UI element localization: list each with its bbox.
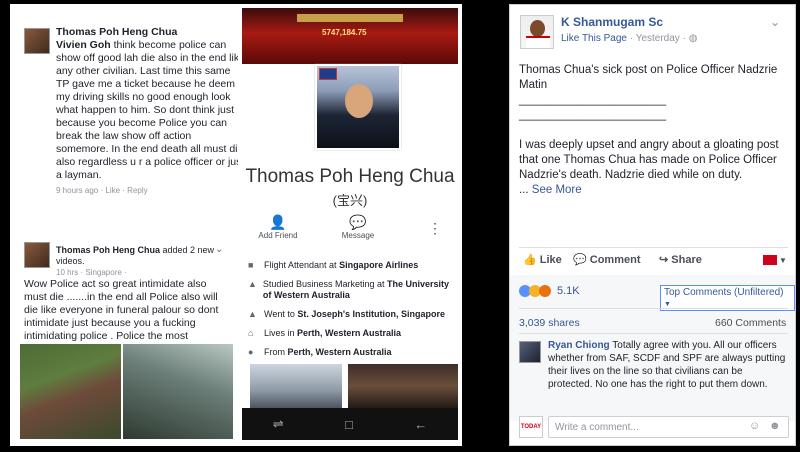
comment-mention[interactable]: Vivien Goh [56,39,111,51]
post-menu-chevron-icon[interactable]: ⌄ [770,15,780,29]
post-meta: Like This Page · Yesterday · ◍ [561,33,698,44]
home-icon: ⌂ [248,328,254,338]
divider [519,308,788,309]
cover-banner-text: 5747,184.75 [322,28,367,37]
today-logo: TODAY [519,416,543,438]
reactions-summary[interactable]: 5.1K [519,285,580,297]
detail-school: ▲ Went to St. Joseph's Institution, Singa… [248,309,446,319]
location-pin-icon: ● [248,347,254,357]
comment-like-link[interactable]: Like [105,186,120,195]
recent-apps-icon[interactable]: ⇌ [273,416,284,432]
briefcase-icon: ■ [248,260,254,270]
write-comment-input[interactable]: Write a comment... ☺ ☻ [548,416,789,438]
post-meta: 10 hrs · Singapore · [56,268,127,277]
top-comment-author[interactable]: Ryan Chiong [548,340,610,351]
post-title: Thomas Chua's sick post on Police Office… [519,64,778,91]
video-thumbnail-1[interactable] [20,344,121,439]
post-author[interactable]: Thomas Poh Heng Chua [56,245,160,255]
profile-details: ■ Flight Attendant at Singapore Airlines … [248,260,458,358]
face [345,84,373,118]
graduation-cap-icon: ▲ [248,309,257,319]
share-icon: ↪ [659,254,669,266]
profile-card: 5747,184.75 Thomas Poh Heng Chua (宝兴) 👤 … [238,8,462,440]
post-ellipsis: ... [519,184,529,196]
photo-thumbnail-1[interactable] [250,364,342,408]
today-logo-small [763,255,777,265]
post-content: Thomas Chua's sick post on Police Office… [519,63,789,198]
messenger-icon: 💬 [349,214,367,230]
profile-picture[interactable] [315,64,401,150]
post-time[interactable]: Yesterday [636,33,680,44]
see-more-link[interactable]: See More [532,184,582,196]
comment-meta: 9 hours ago · Like · Reply [56,186,148,195]
profile-name: Thomas Poh Heng Chua [245,166,455,187]
like-page-link[interactable]: Like This Page [561,33,627,44]
comments-count[interactable]: 660 Comments [715,317,786,329]
comment-icon: 💬 [573,254,587,266]
add-friend-button[interactable]: 👤 Add Friend [248,214,308,240]
shares-count[interactable]: 3,039 shares [519,317,580,329]
angry-reaction-icon [539,285,551,297]
android-nav-bar: ⇌ □ ← [242,408,458,440]
post-header: Thomas Poh Heng Chua added 2 new videos.… [56,245,216,278]
profile-chinese-name: (宝兴) [332,193,368,208]
detail-from: ● From Perth, Western Australia [248,347,392,357]
add-friend-icon: 👤 [269,214,287,230]
post-author-avatar[interactable] [24,242,50,268]
share-as-selector[interactable]: ▼ [763,255,787,265]
flag-icon [319,68,337,80]
video-thumbnail-2[interactable] [123,344,233,439]
photo-thumbnail-2[interactable] [348,364,458,408]
page-name[interactable]: K Shanmugam Sc [561,15,663,29]
home-button-icon[interactable]: □ [345,417,353,432]
comment-reply-link[interactable]: Reply [127,186,147,195]
cover-photo[interactable]: 5747,184.75 [242,8,458,64]
sticker-icon[interactable]: ☻ [769,420,781,432]
detail-university: ▲ Studied Business Marketing at The Unive… [248,279,450,300]
comment-text: think become police can show off good la… [56,39,245,181]
page-avatar[interactable] [520,15,554,49]
commenter-avatar[interactable] [519,341,541,363]
post-options-icon[interactable]: ⌄ [215,244,223,255]
post-body: I was deeply upset and angry about a glo… [519,139,779,181]
underline-1: _______________________ [519,94,667,106]
comment-author[interactable]: Thomas Poh Heng Chua [56,26,246,39]
back-icon[interactable]: ← [414,417,427,432]
more-options-icon[interactable]: ⋮ [428,220,442,237]
comment-button[interactable]: 💬 Comment [573,253,641,266]
emoji-icon[interactable]: ☺ [749,420,760,432]
detail-work: ■ Flight Attendant at Singapore Airlines [248,260,419,270]
comment-1: Thomas Poh Heng Chua Vivien Goh think be… [56,26,246,197]
dropdown-arrow-icon: ▼ [664,301,671,308]
underline-2: _______________________ [519,109,667,121]
graduation-cap-icon: ▲ [248,279,257,289]
divider [519,333,788,334]
commenter-avatar[interactable] [24,28,50,54]
reactions-count: 5.1K [557,285,580,297]
divider [519,247,788,248]
comment-time: 9 hours ago [56,186,99,195]
globe-icon: ◍ [688,33,698,44]
like-button[interactable]: 👍 Like [523,253,562,266]
message-button[interactable]: 💬 Message [328,214,388,240]
top-comment: Ryan Chiong Totally agree with you. All … [548,339,788,391]
facebook-post-panel: K Shanmugam Sc Like This Page · Yesterda… [509,4,796,446]
detail-lives-in: ⌂ Lives in Perth, Western Australia [248,328,402,338]
share-button[interactable]: ↪ Share [659,253,702,266]
thumbs-up-icon: 👍 [523,254,537,266]
left-screenshot-panel: Thomas Poh Heng Chua Vivien Goh think be… [10,4,462,446]
